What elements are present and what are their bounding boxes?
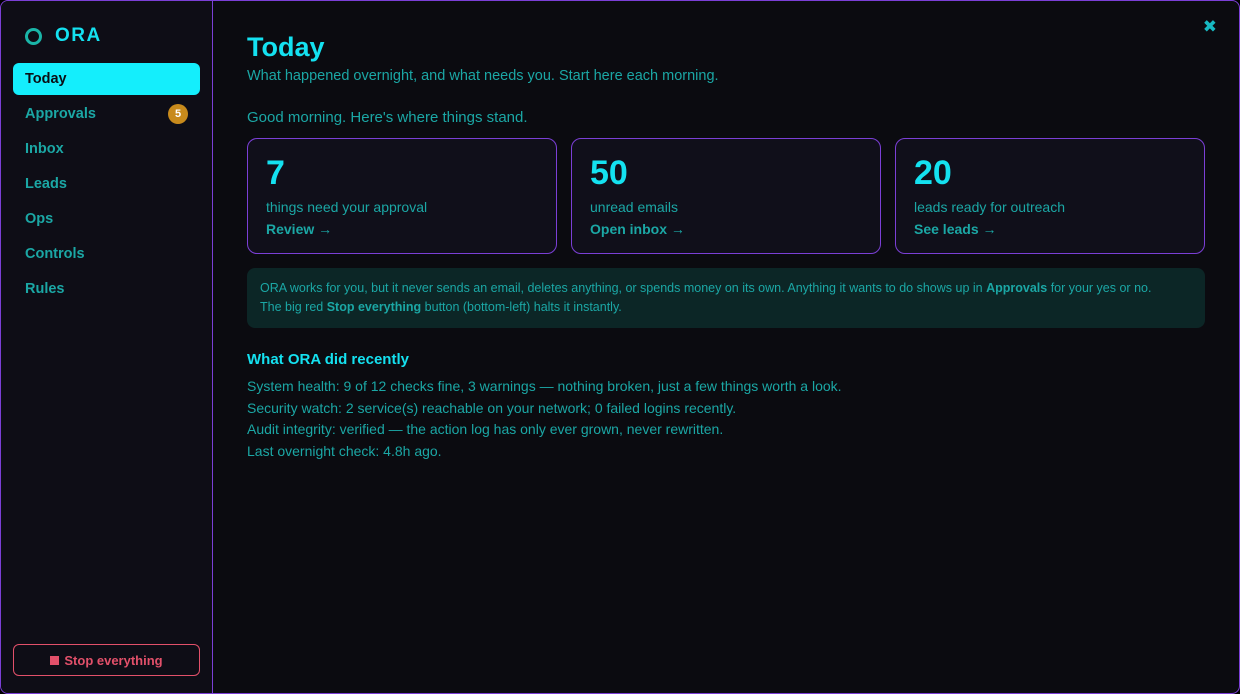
sidebar-item-label: Approvals — [25, 106, 96, 122]
notice-text: ORA works for you, but it never sends an… — [260, 281, 987, 295]
approvals-summary-card: 7 things need your approval Review → — [247, 138, 557, 254]
sidebar-item-inbox[interactable]: Inbox — [13, 133, 200, 165]
activity-item: Last overnight check: 4.8h ago. — [247, 442, 442, 459]
sidebar-item-label: Ops — [25, 211, 54, 227]
card-label: things need your approval — [266, 199, 428, 215]
sidebar-item-label: Rules — [25, 281, 65, 297]
notice-text: The big red — [260, 300, 327, 314]
sidebar-item-approvals[interactable]: Approvals 5 — [13, 98, 200, 130]
page-title: Today — [247, 32, 325, 62]
ora-logo-ring-icon — [25, 27, 42, 45]
stop-everything-button[interactable]: Stop everything — [13, 644, 200, 676]
sidebar-item-today[interactable]: Today — [13, 63, 200, 95]
card-label: unread emails — [590, 199, 678, 215]
stop-square-icon — [50, 655, 60, 665]
notice-stop-emphasis: Stop everything — [326, 300, 422, 314]
activity-item: Security watch: 2 service(s) reachable o… — [247, 399, 737, 416]
sidebar-item-ops[interactable]: Ops — [13, 203, 200, 235]
sidebar-item-label: Controls — [25, 246, 85, 262]
brand-name: ORA — [55, 25, 102, 46]
sidebar-nav: Today Approvals 5 Inbox Leads Ops Contro… — [1, 63, 212, 305]
card-number: 50 — [590, 154, 628, 192]
open-inbox-link[interactable]: Open inbox → — [590, 221, 862, 237]
leads-summary-card: 20 leads ready for outreach See leads → — [895, 138, 1205, 254]
sidebar-item-label: Today — [25, 71, 67, 87]
summary-cards: 7 things need your approval Review → 50 … — [247, 138, 1205, 254]
sidebar-item-controls[interactable]: Controls — [13, 238, 200, 270]
recent-activity-title: What ORA did recently — [247, 351, 409, 368]
notice-text: button (bottom-left) halts it instantly. — [421, 300, 622, 314]
approvals-count-badge: 5 — [168, 104, 188, 124]
main-content: ✖ Today What happened overnight, and wha… — [213, 1, 1239, 693]
page-subtitle: What happened overnight, and what needs … — [247, 68, 719, 84]
review-link[interactable]: Review → — [266, 221, 538, 237]
sidebar-item-rules[interactable]: Rules — [13, 273, 200, 305]
sidebar: ORA Today Approvals 5 Inbox Leads Ops Co… — [1, 1, 213, 693]
activity-item: System health: 9 of 12 checks fine, 3 wa… — [247, 378, 842, 394]
notice-approvals-emphasis: Approvals — [986, 281, 1048, 295]
stop-everything-label: Stop everything — [64, 652, 163, 668]
notice-text: for your yes or no. — [1047, 281, 1152, 295]
brand: ORA — [25, 21, 212, 51]
close-icon[interactable]: ✖ — [1203, 17, 1217, 37]
recent-activity-list: System health: 9 of 12 checks fine, 3 wa… — [247, 376, 1205, 462]
sidebar-item-leads[interactable]: Leads — [13, 168, 200, 200]
inbox-summary-card: 50 unread emails Open inbox → — [571, 138, 881, 254]
greeting: Good morning. Here's where things stand. — [247, 109, 528, 126]
card-number: 20 — [914, 154, 952, 192]
sidebar-item-label: Inbox — [25, 141, 64, 157]
sidebar-item-label: Leads — [25, 176, 67, 192]
card-number: 7 — [266, 154, 285, 192]
safety-notice: ORA works for you, but it never sends an… — [247, 268, 1205, 328]
activity-item: Audit integrity: verified — the action l… — [247, 421, 724, 438]
card-label: leads ready for outreach — [914, 199, 1065, 215]
see-leads-link[interactable]: See leads → — [914, 221, 1186, 237]
app-window: ORA Today Approvals 5 Inbox Leads Ops Co… — [0, 0, 1240, 694]
